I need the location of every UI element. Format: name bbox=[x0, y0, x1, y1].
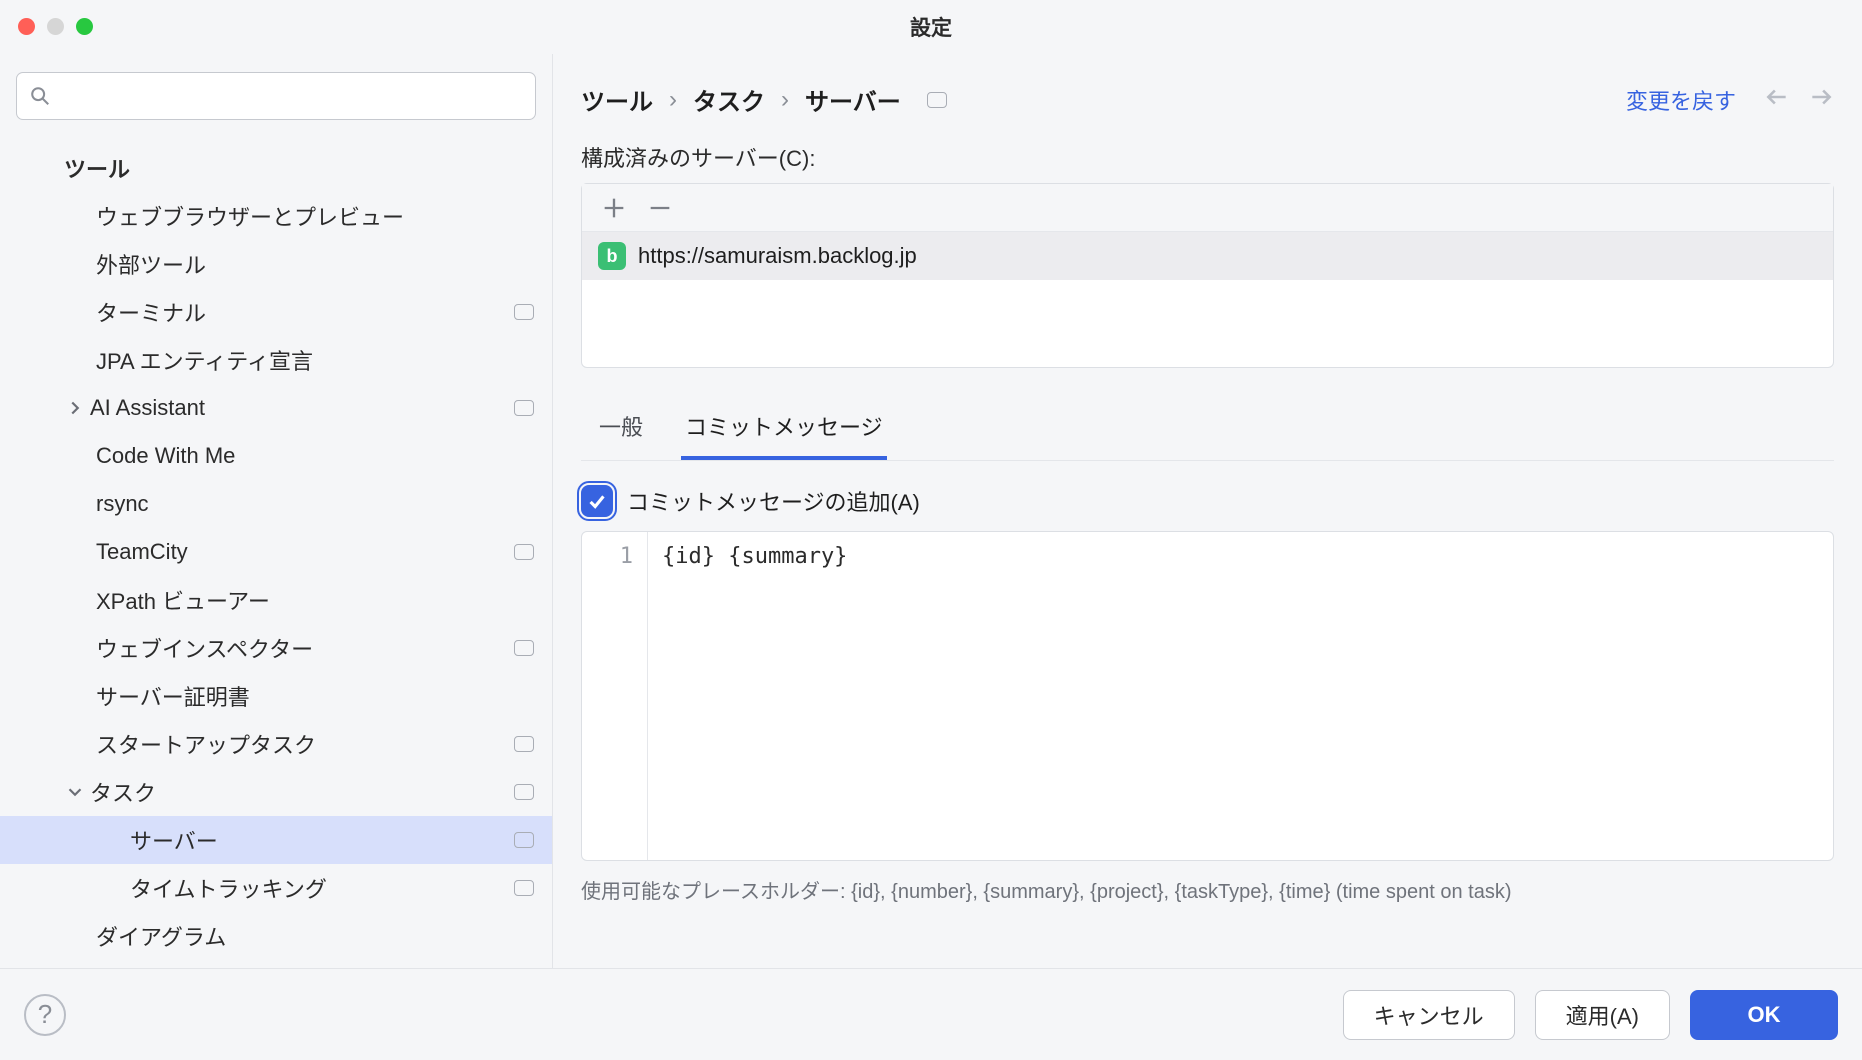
back-icon[interactable] bbox=[1764, 84, 1790, 116]
sidebar-item-rsync[interactable]: rsync bbox=[0, 480, 552, 528]
footer: ? キャンセル 適用(A) OK bbox=[0, 968, 1862, 1060]
ok-button[interactable]: OK bbox=[1690, 990, 1838, 1040]
project-badge-icon bbox=[514, 400, 534, 416]
append-commit-message-checkbox[interactable] bbox=[581, 485, 613, 517]
breadcrumb-current: サーバー bbox=[805, 82, 901, 117]
append-commit-message-label: コミットメッセージの追加(A) bbox=[627, 485, 920, 517]
sidebar: ツール ウェブブラウザーとプレビュー 外部ツール ターミナル JPA エンティテ… bbox=[0, 54, 553, 968]
search-box[interactable] bbox=[16, 72, 536, 120]
sidebar-item-diagrams[interactable]: ダイアグラム bbox=[0, 912, 552, 960]
add-server-button[interactable] bbox=[600, 194, 628, 222]
breadcrumb-item[interactable]: タスク bbox=[693, 82, 765, 117]
breadcrumb-separator-icon: › bbox=[669, 86, 677, 114]
window-title: 設定 bbox=[0, 12, 1862, 42]
breadcrumb: ツール › タスク › サーバー bbox=[581, 82, 947, 117]
sidebar-item-xpath[interactable]: XPath ビューアー bbox=[0, 576, 552, 624]
sidebar-item-web-inspector[interactable]: ウェブインスペクター bbox=[0, 624, 552, 672]
server-toolbar bbox=[582, 184, 1833, 232]
cancel-button[interactable]: キャンセル bbox=[1343, 990, 1515, 1040]
server-url: https://samuraism.backlog.jp bbox=[638, 243, 917, 269]
project-badge-icon bbox=[927, 92, 947, 108]
project-badge-icon bbox=[514, 784, 534, 800]
line-number: 1 bbox=[582, 544, 633, 569]
project-badge-icon bbox=[514, 304, 534, 320]
remove-server-button[interactable] bbox=[646, 194, 674, 222]
backlog-icon: b bbox=[598, 242, 626, 270]
search-icon bbox=[29, 85, 51, 107]
search-input[interactable] bbox=[51, 85, 535, 107]
project-badge-icon bbox=[514, 640, 534, 656]
sidebar-item-server-certificates[interactable]: サーバー証明書 bbox=[0, 672, 552, 720]
placeholder-hint: 使用可能なプレースホルダー: {id}, {number}, {summary}… bbox=[581, 875, 1834, 904]
sidebar-item-time-tracking[interactable]: タイムトラッキング bbox=[0, 864, 552, 912]
configured-servers-label: 構成済みのサーバー(C): bbox=[581, 141, 1834, 173]
tabs: 一般 コミットメッセージ bbox=[581, 398, 1834, 461]
project-badge-icon bbox=[514, 832, 534, 848]
sidebar-item-servers[interactable]: サーバー bbox=[0, 816, 552, 864]
project-badge-icon bbox=[514, 544, 534, 560]
breadcrumb-separator-icon: › bbox=[781, 86, 789, 114]
sidebar-item-web-browsers[interactable]: ウェブブラウザーとプレビュー bbox=[0, 192, 552, 240]
sidebar-item-jpa[interactable]: JPA エンティティ宣言 bbox=[0, 336, 552, 384]
server-row[interactable]: b https://samuraism.backlog.jp bbox=[582, 232, 1833, 280]
editor-gutter: 1 bbox=[582, 532, 648, 860]
sidebar-item-terminal[interactable]: ターミナル bbox=[0, 288, 552, 336]
project-badge-icon bbox=[514, 736, 534, 752]
editor-content[interactable]: {id} {summary} bbox=[648, 532, 1833, 860]
breadcrumb-item[interactable]: ツール bbox=[581, 82, 653, 117]
server-list-panel: b https://samuraism.backlog.jp bbox=[581, 183, 1834, 368]
editor-text: {id} {summary} bbox=[662, 544, 847, 569]
chevron-right-icon bbox=[64, 397, 86, 419]
tab-commit-message[interactable]: コミットメッセージ bbox=[681, 398, 887, 460]
help-button[interactable]: ? bbox=[24, 994, 66, 1036]
sidebar-item-startup-tasks[interactable]: スタートアップタスク bbox=[0, 720, 552, 768]
apply-button[interactable]: 適用(A) bbox=[1535, 990, 1670, 1040]
settings-tree: ツール ウェブブラウザーとプレビュー 外部ツール ターミナル JPA エンティテ… bbox=[0, 130, 552, 968]
forward-icon[interactable] bbox=[1808, 84, 1834, 116]
sidebar-item-code-with-me[interactable]: Code With Me bbox=[0, 432, 552, 480]
chevron-down-icon bbox=[64, 781, 86, 803]
tab-general[interactable]: 一般 bbox=[595, 398, 647, 460]
sidebar-item-tools[interactable]: ツール bbox=[0, 144, 552, 192]
sidebar-item-ai-assistant[interactable]: AI Assistant bbox=[0, 384, 552, 432]
titlebar: 設定 bbox=[0, 0, 1862, 54]
server-list: b https://samuraism.backlog.jp bbox=[582, 232, 1833, 367]
sidebar-item-tasks[interactable]: タスク bbox=[0, 768, 552, 816]
revert-link[interactable]: 変更を戻す bbox=[1626, 84, 1736, 116]
project-badge-icon bbox=[514, 880, 534, 896]
sidebar-item-external-tools[interactable]: 外部ツール bbox=[0, 240, 552, 288]
content-panel: ツール › タスク › サーバー 変更を戻す 構成済みのサーバー(C): bbox=[553, 54, 1862, 968]
sidebar-item-teamcity[interactable]: TeamCity bbox=[0, 528, 552, 576]
commit-template-editor[interactable]: 1 {id} {summary} bbox=[581, 531, 1834, 861]
nav-arrows bbox=[1764, 84, 1834, 116]
